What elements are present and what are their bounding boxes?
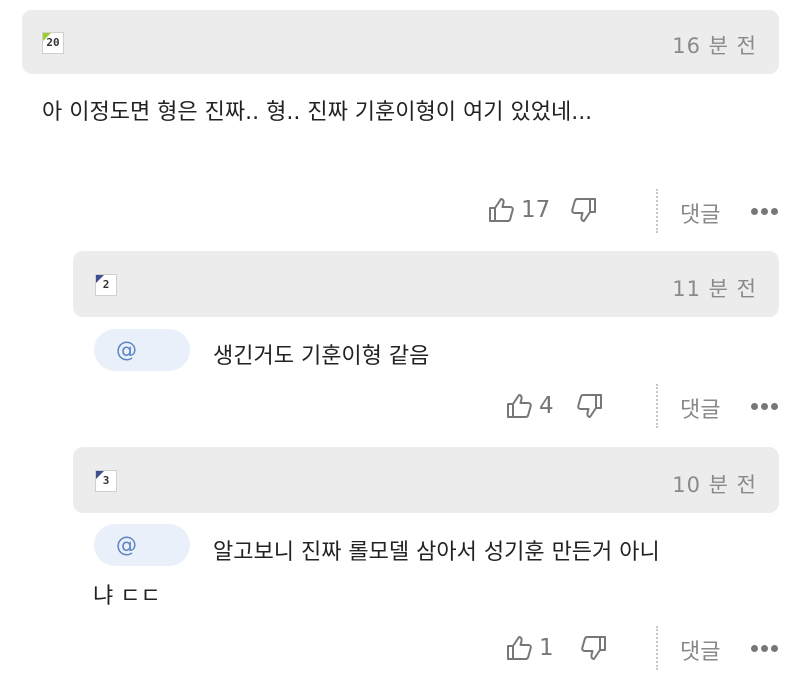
comment-time: 10 분 전 [672,473,757,497]
comment-text: 아 이정도면 형은 진짜.. 형.. 진짜 기훈이형이 여기 있었네... [42,100,593,125]
mention-tag[interactable]: @ [94,329,190,371]
like-count: 4 [539,393,554,419]
like-count: 17 [521,197,551,223]
reply-button[interactable]: 댓글 [680,634,720,666]
like-count: 1 [539,635,554,661]
comment-actions: 4 [505,386,604,426]
divider [656,384,658,428]
thumbs-up-icon[interactable] [505,633,535,663]
thumbs-up-icon[interactable] [487,195,517,225]
comment-text-line-1: 알고보니 진짜 롤모델 삼아서 성기훈 만든거 아니 [213,540,660,565]
mention-tag[interactable]: @ [94,524,190,566]
reply-header: 3 10 분 전 [73,447,779,513]
comment-actions: 17 [487,190,598,230]
thumbs-down-icon[interactable] [574,391,604,421]
divider [656,189,658,233]
comment-time: 11 분 전 [672,277,757,301]
more-dots-icon[interactable] [751,403,779,411]
thumbs-up-icon[interactable] [505,391,535,421]
reply-button[interactable]: 댓글 [680,392,720,424]
reply-button[interactable]: 댓글 [680,197,720,229]
more-dots-icon[interactable] [751,208,779,216]
comment-time: 16 분 전 [672,34,757,58]
divider [656,626,658,670]
user-level-badge: 20 [42,32,64,54]
more-dots-icon[interactable] [751,645,779,653]
user-level-badge: 2 [95,274,117,296]
reply-header: 2 11 분 전 [73,251,779,317]
user-level-badge: 3 [95,470,117,492]
thumbs-down-icon[interactable] [568,195,598,225]
comment-actions: 1 [505,628,608,668]
comment-text: 생긴거도 기훈이형 같음 [213,344,430,369]
thumbs-down-icon[interactable] [578,633,608,663]
comment-header: 20 16 분 전 [22,10,779,74]
comment-text-line-2: 냐 ㄷㄷ [93,584,161,609]
